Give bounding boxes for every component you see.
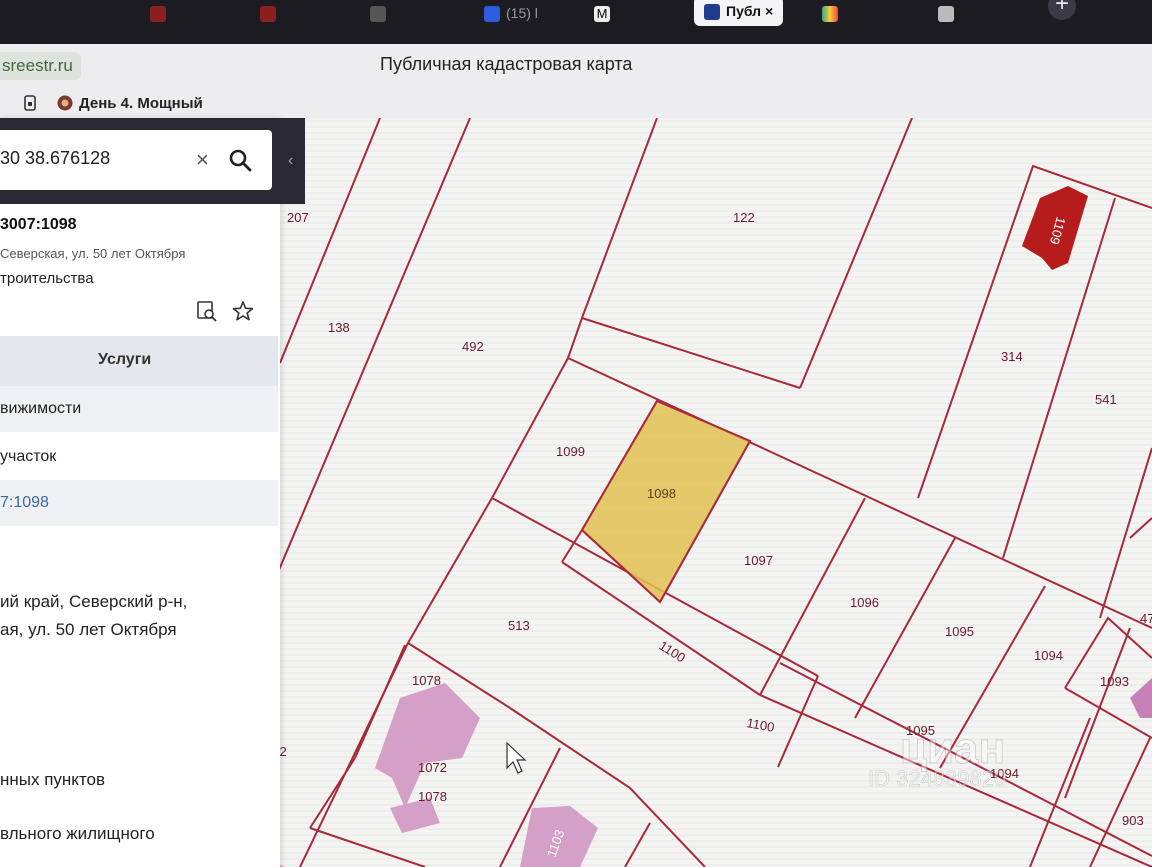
parcel-label: 903 — [1122, 813, 1144, 828]
detail-line: ая, ул. 50 лет Октября — [0, 620, 177, 639]
parcel-label: 1097 — [744, 553, 773, 568]
page-title: Публичная кадастровая карта — [380, 54, 633, 74]
star-icon[interactable] — [232, 300, 254, 322]
services-label: Услуги — [98, 351, 152, 368]
parcel-label: 1072 — [418, 760, 447, 775]
m-logo-icon: M — [594, 6, 610, 23]
browser-tab[interactable]: (15) l — [484, 0, 538, 26]
zoom-to-parcel-icon[interactable] — [196, 300, 218, 322]
parcel-label: 492 — [462, 339, 484, 354]
blue-app-icon — [484, 6, 500, 23]
color-dots-icon — [822, 6, 838, 23]
bookmarks-bar: День 4. Мощный — [0, 88, 1152, 120]
parcel-label: 47 — [1140, 611, 1152, 626]
detail-line: нных пунктов — [0, 770, 106, 789]
close-tab-icon[interactable]: × — [765, 3, 773, 19]
parcel-label: 207 — [287, 210, 309, 225]
parcel-label: 122 — [733, 210, 755, 225]
sidebar-panel: 30 38.676128 × ‹ 3007:1098 Северская, ул… — [0, 118, 305, 867]
parcel-label: 1098 — [647, 486, 676, 501]
parcel-label: 1094 — [1034, 648, 1063, 663]
browser-tab[interactable] — [150, 0, 172, 26]
watermark-id: ID 324839820 — [868, 766, 1006, 791]
search-icon[interactable] — [228, 148, 252, 172]
service-item[interactable]: вижимости — [0, 386, 278, 432]
parcel-label: 314 — [1001, 349, 1023, 364]
parcel-label: 513 — [508, 618, 530, 633]
parcel-label: 1095 — [945, 624, 974, 639]
service-item-link[interactable]: 7:1098 — [0, 480, 278, 526]
parcel-label: 541 — [1095, 392, 1117, 407]
bookmark-link[interactable]: День 4. Мощный — [79, 95, 203, 112]
parcel-label: 138 — [328, 320, 350, 335]
channel-avatar-icon[interactable] — [57, 95, 73, 111]
browser-tab[interactable] — [370, 0, 392, 26]
collapse-panel-icon[interactable]: ‹ — [288, 152, 293, 170]
red-dot-icon — [260, 6, 276, 23]
service-item[interactable]: участок — [0, 434, 278, 480]
red-dot-icon — [150, 6, 166, 23]
parcel-details: ий край, Северский р-н, ая, ул. 50 лет О… — [0, 526, 278, 867]
parcel-label: 1093 — [1100, 674, 1129, 689]
browser-tab[interactable] — [938, 0, 960, 26]
parcel-label: 1078 — [418, 789, 447, 804]
parcel-type: троительства — [0, 270, 94, 287]
domain-chip[interactable]: sreestr.ru — [0, 52, 81, 80]
services-header[interactable]: Услуги — [0, 336, 278, 386]
tab-public-cadastral-map[interactable]: Публ × — [694, 0, 784, 26]
puzzle-icon — [938, 6, 954, 23]
detail-line: ий край, Северский р-н, — [0, 592, 188, 611]
clear-icon[interactable]: × — [196, 148, 209, 172]
parcel-id: 3007:1098 — [0, 216, 77, 233]
search-input[interactable]: 30 38.676128 — [0, 148, 110, 169]
parcel-card: 3007:1098 Северская, ул. 50 лет Октября … — [0, 204, 280, 334]
parcel-label: 1099 — [556, 444, 585, 459]
new-tab-button[interactable]: + — [1048, 0, 1076, 20]
browser-tab[interactable] — [260, 0, 282, 26]
search-box[interactable]: 30 38.676128 × — [0, 130, 272, 190]
browser-tab[interactable] — [822, 0, 844, 26]
parcel-address: Северская, ул. 50 лет Октября — [0, 246, 186, 261]
browser-tab-bar: (15) l M Публ × + — [0, 0, 1152, 44]
gray-dot-icon — [370, 6, 386, 23]
parcel-label: 1078 — [412, 673, 441, 688]
address-bar: sreestr.ru Публичная кадастровая карта — [0, 44, 1152, 89]
document-icon[interactable] — [22, 95, 38, 111]
parcel-label: 1096 — [850, 595, 879, 610]
browser-tab[interactable]: M — [594, 0, 616, 26]
detail-line: вльного жилищного — [0, 824, 155, 843]
rosreestr-icon — [704, 4, 720, 21]
